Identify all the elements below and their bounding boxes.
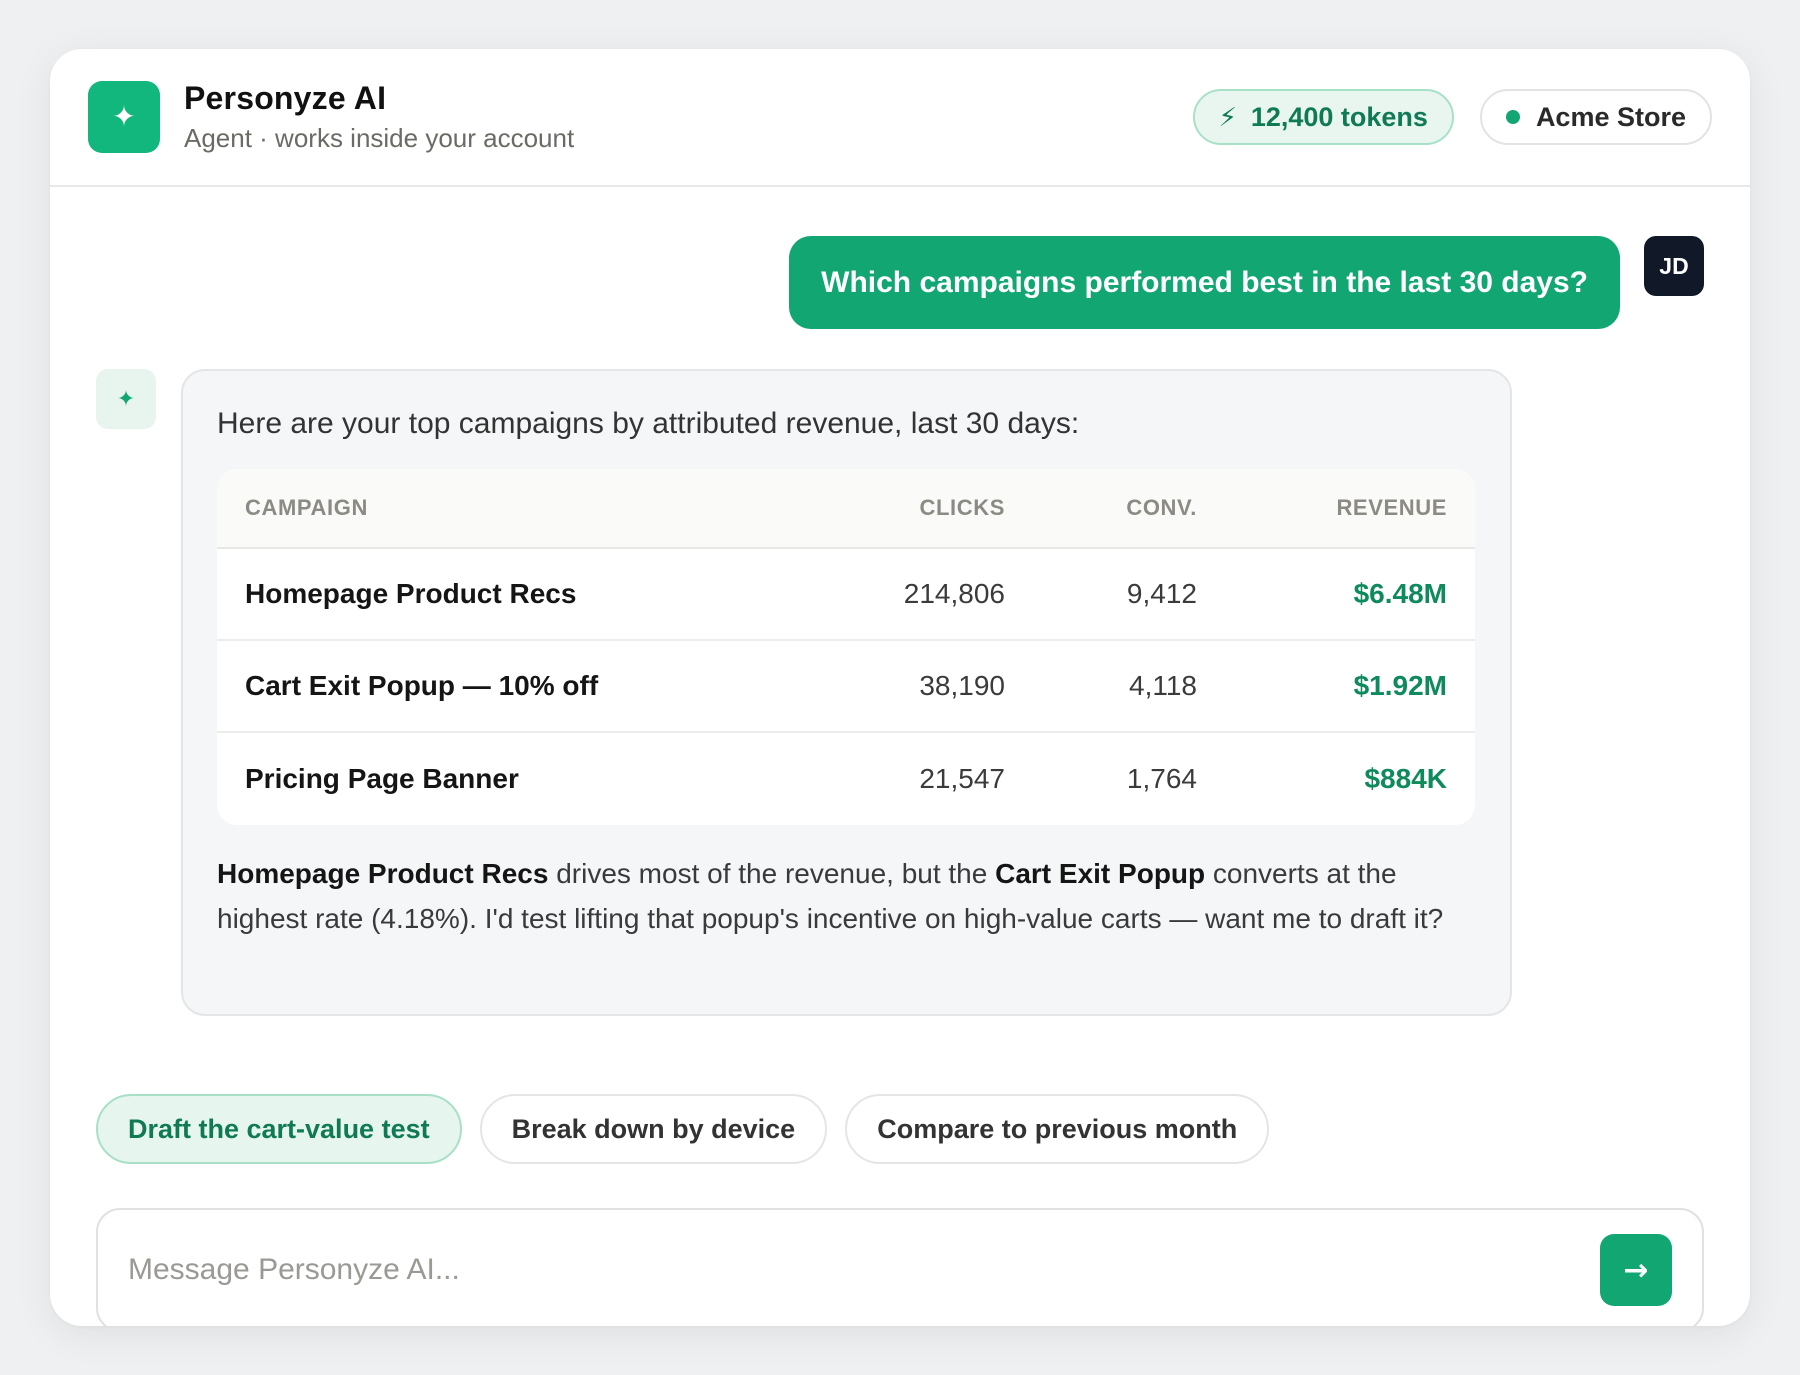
message-input[interactable] (128, 1253, 1600, 1287)
cell-conv: 9,412 (1126, 578, 1197, 609)
arrow-right-icon: → (1623, 1252, 1649, 1288)
cell-campaign: Homepage Product Recs (245, 578, 577, 609)
agent-sparkle-icon: ✦ (96, 369, 156, 429)
suggestion-device-breakdown-button[interactable]: Break down by device (479, 1094, 828, 1164)
header-campaign: CAMPAIGN (245, 495, 368, 520)
app-title: Personyze AI (184, 80, 387, 116)
cell-clicks: 214,806 (903, 578, 1005, 609)
user-message-row: Which campaigns performed best in the la… (789, 236, 1704, 329)
header-revenue: REVENUE (1336, 495, 1447, 520)
brand: Personyze AI Agent · works inside your a… (184, 80, 574, 154)
suggestion-compare-month-button[interactable]: Compare to previous month (845, 1094, 1270, 1164)
table-row: Homepage Product Recs 214,806 9,412 $6.4… (217, 549, 1475, 641)
cell-campaign: Cart Exit Popup — 10% off (245, 670, 599, 701)
header: ✦ Personyze AI Agent · works inside your… (50, 49, 1750, 187)
cell-revenue: $1.92M (1353, 670, 1447, 701)
status-dot-icon (1505, 110, 1520, 124)
table-row: Pricing Page Banner 21,547 1,764 $884K (217, 733, 1475, 825)
sparkle-icon: ✦ (88, 81, 160, 153)
user-message: Which campaigns performed best in the la… (789, 236, 1620, 329)
table-row: Cart Exit Popup — 10% off 38,190 4,118 $… (217, 641, 1475, 733)
message-composer: → (96, 1208, 1704, 1326)
tokens-badge[interactable]: ⚡︎ 12,400 tokens (1192, 89, 1454, 145)
suggestion-chips: Draft the cart-value test Break down by … (96, 1094, 1270, 1164)
summary-bold-popup: Cart Exit Popup (995, 858, 1206, 889)
suggestion-draft-test-button[interactable]: Draft the cart-value test (96, 1094, 462, 1164)
cell-clicks: 21,547 (919, 763, 1005, 794)
chat-window: ✦ Personyze AI Agent · works inside your… (50, 49, 1750, 1326)
agent-summary: Homepage Product Recs drives most of the… (217, 851, 1477, 941)
send-button[interactable]: → (1600, 1234, 1672, 1306)
summary-bold-campaign: Homepage Product Recs (217, 858, 549, 889)
campaign-table: CAMPAIGN CLICKS CONV. REVENUE Homepage P… (217, 469, 1475, 825)
header-clicks: CLICKS (919, 495, 1005, 520)
header-actions: ⚡︎ 12,400 tokens Acme Store (1192, 89, 1712, 145)
cell-conv: 4,118 (1129, 670, 1197, 701)
agent-intro: Here are your top campaigns by attribute… (217, 407, 1080, 440)
avatar: JD (1644, 236, 1704, 296)
header-conv: CONV. (1126, 495, 1197, 520)
summary-text: drives most of the revenue, but the (548, 858, 996, 889)
cell-revenue: $884K (1364, 763, 1447, 794)
cell-conv: 1,764 (1126, 763, 1197, 794)
tokens-label: 12,400 tokens (1250, 101, 1428, 132)
cell-clicks: 38,190 (919, 670, 1005, 701)
agent-message: Here are your top campaigns by attribute… (181, 369, 1512, 1016)
store-label: Acme Store (1535, 101, 1686, 132)
table-header: CAMPAIGN CLICKS CONV. REVENUE (217, 469, 1475, 549)
cell-revenue: $6.48M (1353, 578, 1447, 609)
app-subtitle: Agent · works inside your account (184, 123, 575, 153)
store-selector[interactable]: Acme Store (1479, 89, 1712, 145)
cell-campaign: Pricing Page Banner (245, 763, 519, 794)
lightning-icon: ⚡︎ (1218, 101, 1237, 132)
